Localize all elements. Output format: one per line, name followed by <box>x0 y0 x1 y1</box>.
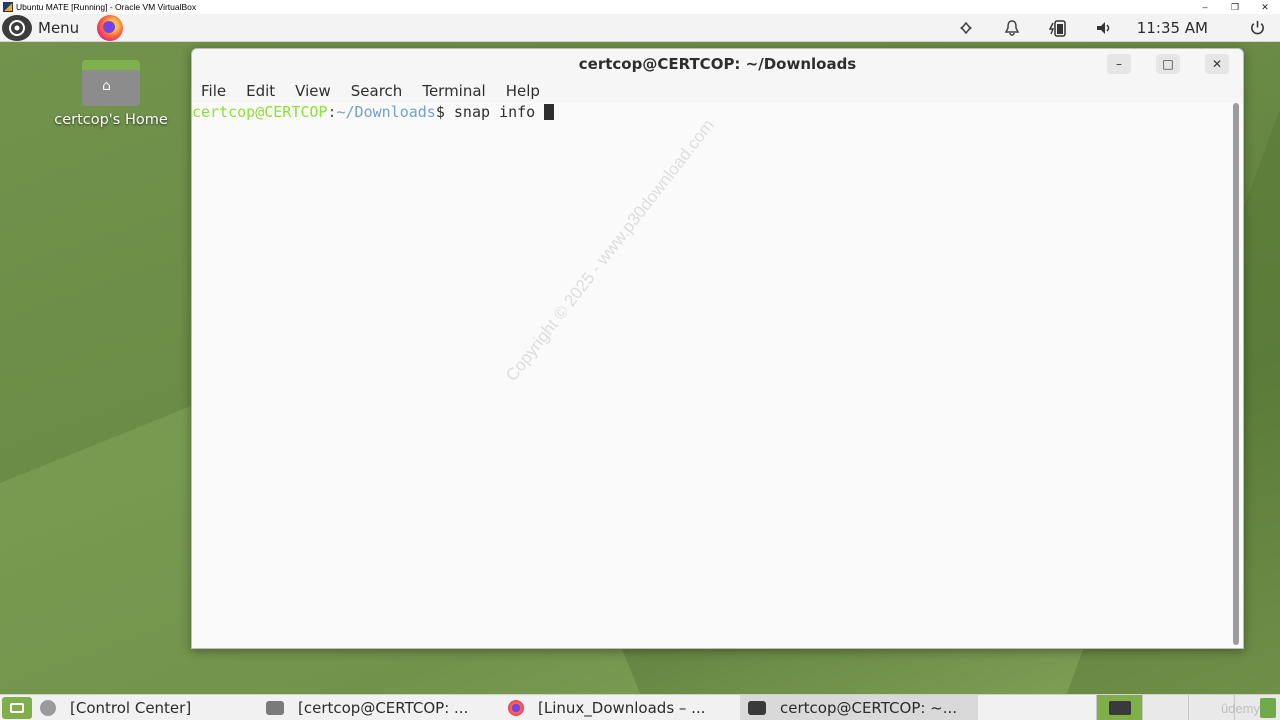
terminal-icon <box>748 700 766 715</box>
taskbar-item-label: [Control Center] <box>70 698 192 717</box>
show-desktop-icon <box>10 702 24 713</box>
prompt-path: ~/Downloads <box>336 103 436 121</box>
menu-edit[interactable]: Edit <box>246 82 275 100</box>
bottom-panel: [Control Center] [certcop@CERTCOP: ... [… <box>0 694 1280 720</box>
taskbar-item-control-center[interactable]: [Control Center] <box>32 695 258 720</box>
menu-terminal[interactable]: Terminal <box>422 82 485 100</box>
taskbar-item-terminal-1[interactable]: [certcop@CERTCOP: ... <box>258 695 500 720</box>
prompt-separator: : <box>327 103 337 121</box>
ubuntu-mate-logo-icon <box>2 14 32 41</box>
virtualbox-title-bar: Ubuntu MATE [Running] - Oracle VM Virtua… <box>0 0 1280 14</box>
battery-icon[interactable] <box>1045 15 1071 41</box>
menu-label: Menu <box>38 18 80 37</box>
virtualbox-logo-icon <box>3 2 13 12</box>
workspace-2[interactable] <box>1142 695 1188 720</box>
network-icon[interactable] <box>953 15 979 41</box>
volume-icon[interactable] <box>1091 15 1117 41</box>
terminal-window-title: certcop@CERTCOP: ~/Downloads <box>578 55 857 73</box>
taskbar-item-label: [certcop@CERTCOP: ... <box>298 698 469 717</box>
workspace-1[interactable] <box>1096 695 1142 720</box>
taskbar-item-label: [Linux_Downloads – ... <box>538 698 706 717</box>
house-icon: ⌂ <box>102 78 111 94</box>
workspace-window-thumbnail <box>1108 700 1131 715</box>
terminal-window: certcop@CERTCOP: ~/Downloads – □ ✕ File … <box>191 48 1244 649</box>
firefox-launcher-icon[interactable] <box>97 14 124 41</box>
show-desktop-button[interactable] <box>2 696 32 719</box>
taskbar-item-firefox[interactable]: [Linux_Downloads – ... <box>500 695 740 720</box>
host-restore-button[interactable]: ❐ <box>1220 2 1250 13</box>
terminal-title-bar[interactable]: certcop@CERTCOP: ~/Downloads – □ ✕ <box>192 49 1243 79</box>
udemy-watermark: ûdemy <box>1220 701 1260 716</box>
notification-bell-icon[interactable] <box>999 15 1025 41</box>
maximize-button[interactable]: □ <box>1156 54 1180 74</box>
power-icon[interactable] <box>1244 15 1270 41</box>
firefox-icon <box>508 699 524 716</box>
trash-icon[interactable] <box>1260 698 1276 718</box>
menu-help[interactable]: Help <box>506 82 540 100</box>
system-tray: 11:35 AM <box>943 14 1280 41</box>
home-folder-desktop-icon[interactable]: ⌂ certcop's Home <box>44 60 178 128</box>
prompt-user-host: certcop@CERTCOP <box>192 103 328 121</box>
taskbar-item-label: certcop@CERTCOP: ~... <box>780 698 958 717</box>
close-button[interactable]: ✕ <box>1205 54 1229 74</box>
home-folder-icon: ⌂ <box>82 60 140 106</box>
terminal-scrollbar[interactable] <box>1233 103 1239 645</box>
home-folder-label: certcop's Home <box>54 112 168 128</box>
terminal-window-controls: – □ ✕ <box>1082 54 1229 74</box>
host-close-button[interactable]: ✕ <box>1250 2 1280 13</box>
main-menu-button[interactable]: Menu <box>0 14 79 41</box>
terminal-icon <box>266 700 284 715</box>
menu-search[interactable]: Search <box>351 82 403 100</box>
top-panel: Menu 11:35 AM <box>0 14 1280 42</box>
menu-file[interactable]: File <box>201 82 226 100</box>
terminal-output-area[interactable]: certcop@CERTCOP:~/Downloads$ snap info C… <box>192 103 1232 648</box>
command-line: certcop@CERTCOP:~/Downloads$ snap info <box>192 103 1232 121</box>
control-center-icon <box>40 699 56 716</box>
taskbar-item-terminal-2[interactable]: certcop@CERTCOP: ~... <box>740 695 978 720</box>
host-minimize-button[interactable]: – <box>1190 2 1220 13</box>
typed-command: snap info <box>453 103 545 121</box>
menu-view[interactable]: View <box>295 82 331 100</box>
panel-clock[interactable]: 11:35 AM <box>1137 19 1208 37</box>
virtualbox-window-controls: – ❐ ✕ <box>1190 2 1280 13</box>
virtualbox-window-title: Ubuntu MATE [Running] - Oracle VM Virtua… <box>16 2 197 12</box>
prompt-symbol: $ <box>435 103 454 121</box>
text-cursor <box>544 104 555 120</box>
copyright-watermark: Copyright © 2025 - www.p30download.com <box>502 115 718 385</box>
terminal-menu-bar: File Edit View Search Terminal Help <box>192 79 1243 103</box>
minimize-button[interactable]: – <box>1107 54 1131 74</box>
